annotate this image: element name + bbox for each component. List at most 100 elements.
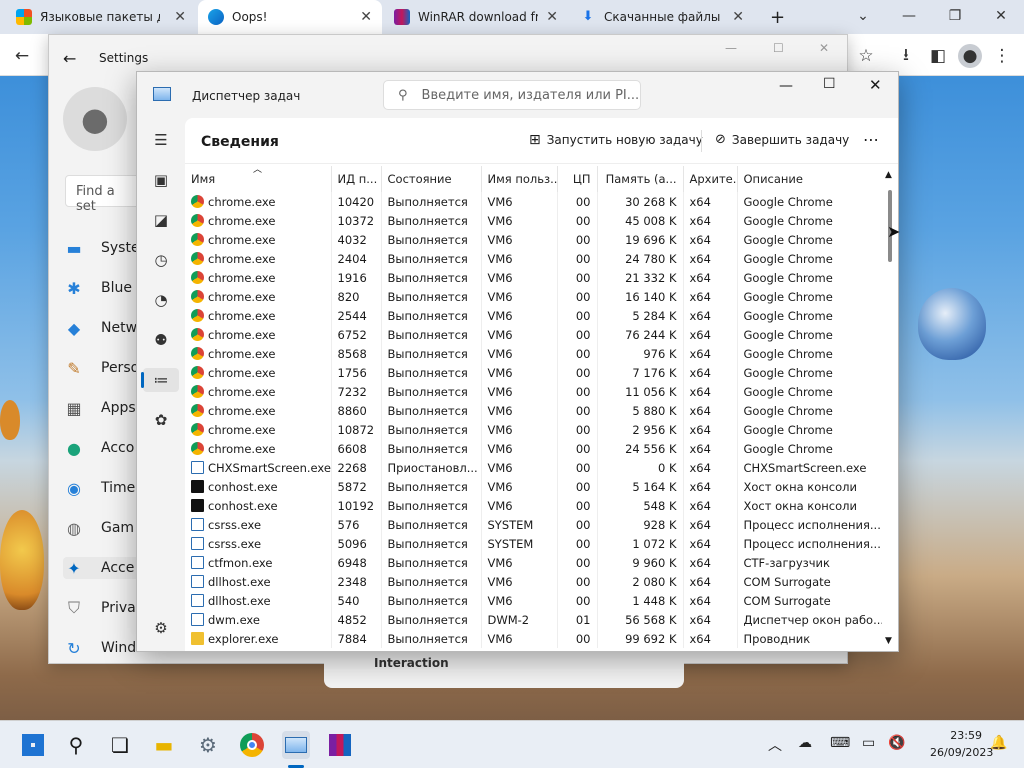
- start-button[interactable]: [19, 731, 47, 759]
- search-taskbar-icon[interactable]: ⚲: [62, 731, 90, 759]
- profile-icon[interactable]: ●: [958, 44, 982, 68]
- column-header-memory[interactable]: Память (а...: [597, 166, 684, 192]
- end-task-button[interactable]: ⊘ Завершить задачу: [715, 132, 849, 147]
- table-row[interactable]: chrome.exe 820 Выполняется VM6 00 16 140 Kx64…: [185, 287, 882, 306]
- table-row[interactable]: chrome.exe 2544 Выполняется VM6 00 5 284 Kx64…: [185, 306, 882, 325]
- onedrive-sync-icon[interactable]: ☁: [798, 735, 812, 751]
- column-header-description[interactable]: Описание: [737, 166, 882, 192]
- column-header-cpu[interactable]: ЦП: [557, 166, 598, 192]
- close-tab-icon[interactable]: ✕: [732, 9, 744, 25]
- processes-icon[interactable]: ▣: [149, 168, 173, 192]
- services-icon[interactable]: ✿: [149, 408, 173, 432]
- startup-apps-icon[interactable]: ◔: [149, 288, 173, 312]
- browser-tab[interactable]: Языковые пакеты для ✕: [6, 0, 196, 34]
- settings-nav-windows-update[interactable]: ↻ Wind: [63, 637, 136, 659]
- browser-tab[interactable]: ⬇ Скачанные файлы ✕: [570, 0, 754, 34]
- task-view-icon[interactable]: ❏: [106, 731, 134, 759]
- menu-kebab-icon[interactable]: ⋮: [990, 44, 1014, 68]
- users-icon[interactable]: ⚉: [149, 328, 173, 352]
- table-row[interactable]: chrome.exe 2404 Выполняется VM6 00 24 780 Kx6…: [185, 249, 882, 268]
- show-hidden-icons-icon[interactable]: ︿: [768, 735, 782, 755]
- table-row[interactable]: csrss.exe 576 Выполняется SYSTEM 00 928 Kx64 П…: [185, 515, 882, 534]
- settings-back-icon[interactable]: ←: [63, 49, 76, 68]
- downloads-icon[interactable]: ⭳: [894, 44, 918, 68]
- table-row[interactable]: chrome.exe 1756 Выполняется VM6 00 7 176 Kx64…: [185, 363, 882, 382]
- settings-nav-gaming[interactable]: ◍ Gam: [63, 517, 134, 539]
- performance-icon[interactable]: ◪: [149, 208, 173, 232]
- close-tab-icon[interactable]: ✕: [360, 9, 372, 25]
- table-row[interactable]: chrome.exe 10872 Выполняется VM6 00 2 956 Kx6…: [185, 420, 882, 439]
- settings-maximize-icon[interactable]: ☐: [773, 41, 784, 55]
- column-header-status[interactable]: Состояние: [381, 166, 482, 192]
- run-new-task-button[interactable]: ⊞ Запустить новую задачу: [529, 132, 703, 148]
- scroll-up-icon[interactable]: ▲: [885, 170, 892, 180]
- table-row[interactable]: chrome.exe 8568 Выполняется VM6 00 976 Kx64 Go…: [185, 344, 882, 363]
- table-row[interactable]: chrome.exe 6608 Выполняется VM6 00 24 556 Kx6…: [185, 439, 882, 458]
- table-row[interactable]: chrome.exe 7232 Выполняется VM6 00 11 056 Kx6…: [185, 382, 882, 401]
- details-icon[interactable]: ≔: [143, 368, 179, 392]
- settings-nav-apps[interactable]: ▦ Apps: [63, 397, 135, 419]
- notification-bell-icon[interactable]: 🔔: [990, 735, 1007, 751]
- side-panel-icon[interactable]: ◧: [926, 44, 950, 68]
- column-header-pid[interactable]: ИД п...: [331, 166, 382, 192]
- table-row[interactable]: dwm.exe 4852 Выполняется DWM-2 01 56 568 Kx64…: [185, 610, 882, 629]
- settings-minimize-icon[interactable]: —: [725, 41, 737, 55]
- network-icon[interactable]: ▭: [862, 735, 875, 751]
- table-row[interactable]: chrome.exe 8860 Выполняется VM6 00 5 880 Kx64…: [185, 401, 882, 420]
- new-tab-button[interactable]: +: [760, 0, 794, 34]
- tab-search-icon[interactable]: ⌄: [840, 0, 886, 32]
- table-row[interactable]: ctfmon.exe 6948 Выполняется VM6 00 9 960 Kx64…: [185, 553, 882, 572]
- winrar-taskbar-icon[interactable]: [326, 731, 354, 759]
- close-tab-icon[interactable]: ✕: [174, 9, 186, 25]
- table-row[interactable]: dllhost.exe 540 Выполняется VM6 00 1 448 Kx64…: [185, 591, 882, 610]
- settings-nav-privacy[interactable]: ⛉ Priva: [63, 597, 136, 619]
- table-row[interactable]: chrome.exe 10372 Выполняется VM6 00 45 008 Kx…: [185, 211, 882, 230]
- column-header-user[interactable]: Имя польз...: [481, 166, 558, 192]
- close-window-icon[interactable]: ✕: [978, 0, 1024, 32]
- settings-nav-bluetooth[interactable]: ✱ Blue: [63, 277, 132, 299]
- close-window-icon[interactable]: ✕: [869, 76, 882, 94]
- settings-nav-accessibility[interactable]: ✦ Acce: [63, 557, 143, 579]
- table-row[interactable]: conhost.exe 5872 Выполняется VM6 00 5 164 Kx6…: [185, 477, 882, 496]
- keyboard-icon[interactable]: ⌨: [830, 735, 850, 751]
- close-tab-icon[interactable]: ✕: [546, 9, 558, 25]
- settings-nav-system[interactable]: ▬ Syste: [63, 237, 139, 259]
- settings-nav-network[interactable]: ◆ Netw: [63, 317, 137, 339]
- scroll-down-icon[interactable]: ▼: [885, 636, 892, 646]
- settings-nav-time[interactable]: ◉ Time: [63, 477, 135, 499]
- clock[interactable]: 23:59 26/09/2023: [930, 727, 993, 761]
- volume-muted-icon[interactable]: 🔇: [888, 735, 905, 751]
- browser-tab[interactable]: WinRAR download free ✕: [384, 0, 568, 34]
- settings-taskbar-icon[interactable]: ⚙: [194, 731, 222, 759]
- app-history-icon[interactable]: ◷: [149, 248, 173, 272]
- table-row[interactable]: dllhost.exe 2348 Выполняется VM6 00 2 080 Kx6…: [185, 572, 882, 591]
- maximize-icon[interactable]: ☐: [823, 76, 836, 92]
- table-row[interactable]: explorer.exe 7884 Выполняется VM6 00 99 692 K…: [185, 629, 882, 648]
- minimize-icon[interactable]: —: [886, 0, 932, 32]
- settings-gear-icon[interactable]: ⚙: [149, 616, 173, 640]
- table-row[interactable]: CHXSmartScreen.exe 2268 Приостановл... VM6 0…: [185, 458, 882, 477]
- bookmark-star-icon[interactable]: ☆: [854, 44, 878, 68]
- column-header-arch[interactable]: Архите...: [683, 166, 738, 192]
- chrome-taskbar-icon[interactable]: [238, 731, 266, 759]
- table-row[interactable]: chrome.exe 10420 Выполняется VM6 00 30 268 Kx…: [185, 192, 882, 211]
- settings-nav-personalization[interactable]: ✎ Perso: [63, 357, 139, 379]
- minimize-icon[interactable]: —: [779, 78, 793, 94]
- restore-icon[interactable]: ❐: [932, 0, 978, 32]
- settings-nav-accounts[interactable]: ● Acco: [63, 437, 134, 459]
- cell-arch: x64: [683, 553, 738, 572]
- task-manager-taskbar-icon[interactable]: [282, 731, 310, 759]
- hamburger-menu-icon[interactable]: ☰: [149, 128, 173, 152]
- process-search-input[interactable]: ⚲ Введите имя, издателя или PI...: [383, 80, 641, 110]
- table-row[interactable]: csrss.exe 5096 Выполняется SYSTEM 00 1 072 Kx…: [185, 534, 882, 553]
- file-explorer-icon[interactable]: ▬: [150, 731, 178, 759]
- table-row[interactable]: chrome.exe 6752 Выполняется VM6 00 76 244 Kx6…: [185, 325, 882, 344]
- settings-close-icon[interactable]: ✕: [819, 41, 829, 55]
- browser-tab-active[interactable]: Oops! ✕: [198, 0, 382, 34]
- table-row[interactable]: chrome.exe 4032 Выполняется VM6 00 19 696 Kx6…: [185, 230, 882, 249]
- settings-search-input[interactable]: Find a set: [65, 175, 145, 214]
- more-options-button[interactable]: ⋯: [863, 130, 879, 149]
- table-row[interactable]: conhost.exe 10192 Выполняется VM6 00 548 Kx64…: [185, 496, 882, 515]
- table-row[interactable]: chrome.exe 1916 Выполняется VM6 00 21 332 Kx6…: [185, 268, 882, 287]
- back-icon[interactable]: ←: [10, 44, 34, 68]
